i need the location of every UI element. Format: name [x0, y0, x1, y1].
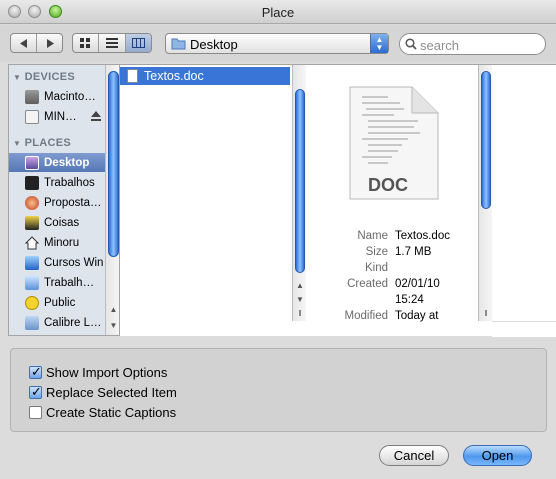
location-popup[interactable]: Desktop ▲ ▼ — [165, 33, 389, 54]
sidebar-item-coisas[interactable]: Coisas — [9, 213, 105, 232]
meta-value-name: Textos.doc — [395, 230, 450, 242]
meta-value-modified: Today at — [395, 310, 439, 322]
meta-value-created-time: 15:24 — [395, 294, 424, 306]
search-placeholder: search — [420, 38, 460, 53]
scroll-thumb[interactable] — [481, 71, 491, 209]
disclosure-triangle-icon: ▼ — [13, 139, 22, 148]
popup-arrows-icon: ▲ ▼ — [370, 34, 388, 53]
folder-icon — [25, 315, 39, 330]
scroll-down-arrow-icon[interactable]: ▼ — [106, 319, 119, 333]
column-view-button[interactable] — [125, 34, 151, 52]
places-header[interactable]: ▼ PLACES — [13, 137, 71, 149]
sidebar-item-proposta[interactable]: Proposta… — [9, 193, 105, 212]
sidebar: ▼ DEVICES Macinto… MIN… ▼ PLACES Desktop… — [8, 64, 120, 336]
doc-badge: DOC — [368, 175, 408, 195]
file-browser: Textos.doc ▲ ▼ ǁ DOC Name Textos.doc Siz… — [120, 64, 556, 337]
sidebar-item-mini[interactable]: MIN… — [9, 107, 105, 126]
file-row[interactable]: Textos.doc — [120, 67, 290, 85]
back-button[interactable] — [11, 34, 37, 52]
folder-icon — [25, 275, 39, 290]
search-icon — [405, 38, 417, 50]
nav-back-forward — [10, 33, 63, 53]
sidebar-item-minoru[interactable]: Minoru — [9, 233, 105, 252]
list-view-button[interactable] — [99, 34, 126, 52]
sidebar-item-trabalh[interactable]: Trabalh… — [9, 273, 105, 292]
scroll-thumb[interactable] — [108, 71, 119, 257]
forward-button[interactable] — [37, 34, 62, 52]
sidebar-item-desktop[interactable]: Desktop — [9, 153, 105, 172]
list-icon — [105, 38, 118, 48]
folder-icon — [171, 38, 186, 50]
sidebar-item-macintosh-hd[interactable]: Macinto… — [9, 87, 105, 106]
disclosure-triangle-icon: ▼ — [13, 73, 22, 82]
preview-metadata: Name Textos.doc Size 1.7 MB Kind Created… — [300, 230, 556, 330]
eject-icon[interactable] — [91, 111, 101, 121]
folder-icon — [25, 175, 39, 190]
toolbar: Desktop ▲ ▼ search — [0, 25, 556, 62]
sidebar-item-trabalhos[interactable]: Trabalhos — [9, 173, 105, 192]
sidebar-item-public[interactable]: Public — [9, 293, 105, 312]
view-mode-selector — [72, 33, 152, 53]
removable-drive-icon — [25, 109, 39, 124]
open-button[interactable]: Open — [463, 445, 532, 466]
icon-view-button[interactable] — [73, 34, 100, 52]
scroll-up-arrow-icon[interactable]: ▲ — [106, 303, 119, 317]
back-arrow-icon — [19, 38, 27, 48]
public-icon — [25, 295, 39, 310]
meta-value-created: 02/01/10 — [395, 278, 440, 290]
hard-drive-icon — [25, 89, 39, 104]
meta-key-kind: Kind — [364, 262, 388, 274]
sidebar-item-cursos-win[interactable]: Cursos Win — [9, 253, 105, 272]
import-options-panel: Show Import Options Replace Selected Ite… — [10, 348, 547, 432]
meta-key-created: Created — [347, 278, 388, 290]
meta-value-size: 1.7 MB — [395, 246, 432, 258]
sidebar-item-calibre[interactable]: Calibre L… — [9, 313, 105, 332]
meta-key-size: Size — [365, 246, 388, 258]
folder-icon — [25, 215, 39, 230]
sidebar-scrollbar[interactable]: ▲ ▼ — [105, 65, 119, 335]
window-title: Place — [261, 5, 295, 20]
proposal-icon — [25, 195, 39, 210]
show-import-options-checkbox[interactable]: Show Import Options — [29, 364, 167, 380]
search-field[interactable]: search — [399, 33, 546, 55]
title-bar: Place — [0, 0, 556, 24]
checkbox-checked-icon — [29, 364, 42, 380]
replace-selected-item-checkbox[interactable]: Replace Selected Item — [29, 384, 177, 400]
create-static-captions-checkbox[interactable]: Create Static Captions — [29, 405, 176, 420]
doc-preview-icon: DOC — [349, 86, 439, 200]
columns-icon — [131, 38, 145, 48]
meta-key-modified: Modified — [344, 310, 388, 322]
checkbox-checked-icon — [29, 384, 42, 400]
location-label: Desktop — [190, 37, 238, 52]
devices-header[interactable]: ▼ DEVICES — [13, 71, 75, 83]
preview-scrollbar[interactable]: ǁ — [478, 65, 492, 321]
meta-key-name: Name — [357, 230, 388, 242]
cancel-button[interactable]: Cancel — [379, 445, 449, 466]
browser-footer — [492, 321, 556, 337]
grid-icon — [80, 37, 91, 48]
desktop-folder-icon — [25, 155, 39, 170]
forward-arrow-icon — [46, 38, 54, 48]
checkbox-unchecked-icon — [29, 406, 42, 419]
column-resize-handle[interactable]: ǁ — [479, 307, 493, 321]
document-icon — [127, 69, 138, 83]
home-icon — [25, 235, 39, 249]
folder-icon — [25, 255, 39, 270]
